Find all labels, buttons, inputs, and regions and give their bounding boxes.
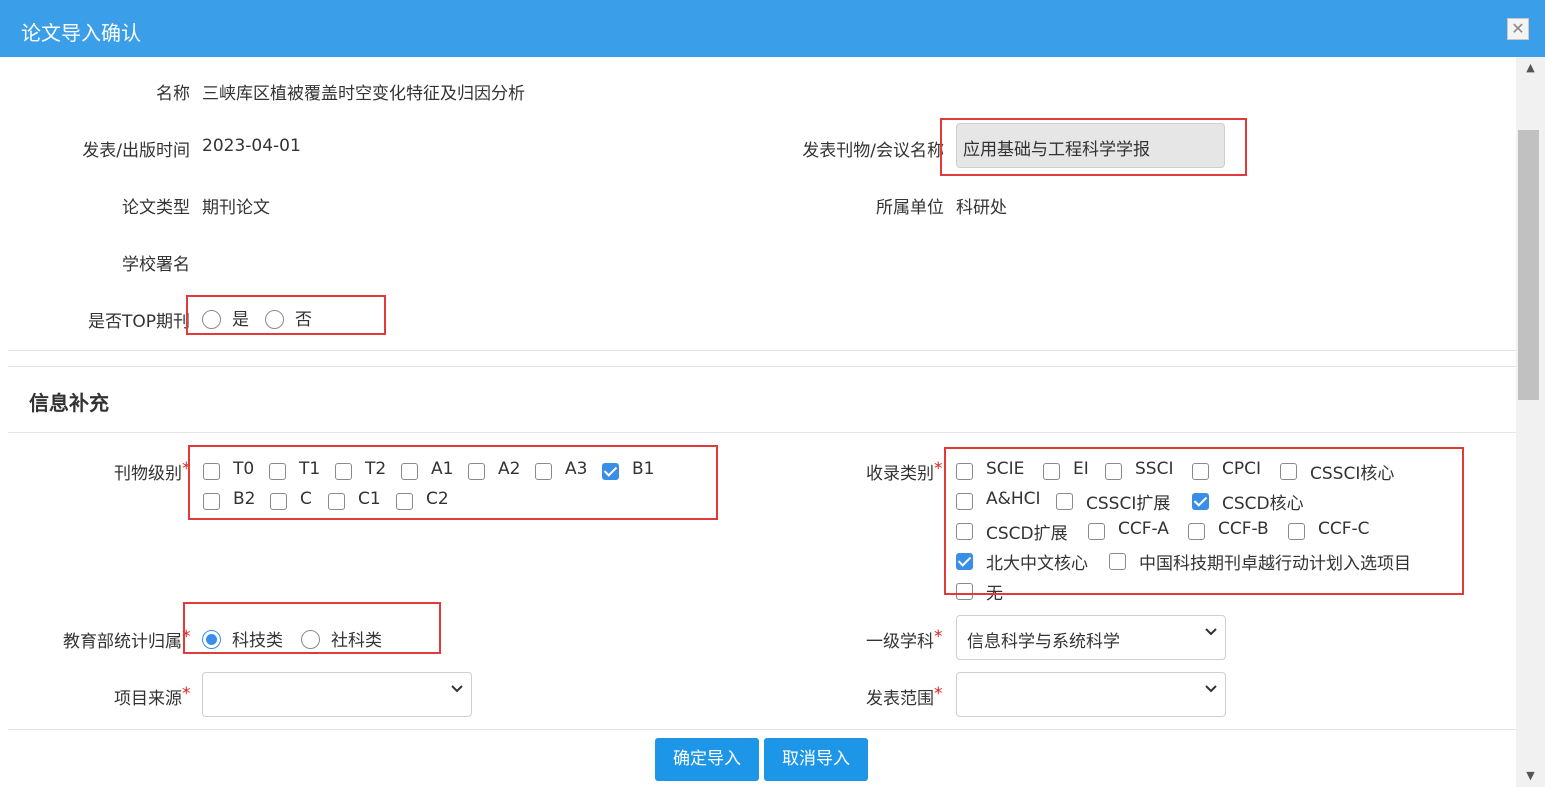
top-journal-highlight-box [186,295,386,335]
required-mark: * [934,627,943,647]
scroll-down-icon[interactable]: ▼ [1516,769,1545,785]
paper-type-label: 论文类型 [122,198,190,218]
required-mark: * [934,459,943,479]
index-category-label: 收录类别 [866,464,934,484]
moe-highlight-box [183,602,441,654]
journal-level-label: 刊物级别 [114,464,182,484]
scroll-thumb[interactable] [1518,130,1539,400]
publish-time-value: 2023-04-01 [202,136,301,156]
first-discipline-value: 信息科学与系统科学 [967,632,1120,652]
publish-time-label: 发表/出版时间 [82,141,190,161]
chevron-down-icon [1205,685,1217,693]
publish-scope-label: 发表范围 [866,689,934,709]
required-mark: * [182,684,191,704]
divider [8,366,1516,367]
name-value: 三峡库区植被覆盖时空变化特征及归因分析 [202,84,525,104]
confirm-import-button[interactable]: 确定导入 [655,738,759,781]
first-discipline-label: 一级学科 [866,632,934,652]
chevron-down-icon [451,685,463,693]
divider [8,350,1516,351]
journal-label: 发表刊物/会议名称 [802,141,944,161]
project-source-select[interactable] [202,672,472,717]
publish-scope-select[interactable] [956,672,1226,717]
moe-category-label: 教育部统计归属 [63,632,182,652]
paper-type-value: 期刊论文 [202,198,270,218]
chevron-down-icon [1205,628,1217,636]
school-sign-label: 学校署名 [122,255,190,275]
dialog-titlebar: 论文导入确认 ✕ [0,0,1545,57]
journal-level-highlight-box [188,445,718,520]
top-journal-label: 是否TOP期刊 [87,312,190,332]
divider [8,432,1516,433]
scroll-up-icon[interactable]: ▲ [1516,61,1545,77]
required-mark: * [934,684,943,704]
cancel-import-button[interactable]: 取消导入 [764,738,868,781]
close-icon[interactable]: ✕ [1507,18,1529,40]
journal-highlight-box [940,118,1247,176]
unit-value: 科研处 [956,198,1007,218]
unit-label: 所属单位 [876,198,944,218]
first-discipline-select[interactable]: 信息科学与系统科学 [956,615,1226,660]
name-label: 名称 [156,84,190,104]
footer-divider [8,729,1516,730]
scrollbar[interactable]: ▲ ▼ [1516,57,1545,787]
index-category-highlight-box [944,447,1464,595]
dialog-title: 论文导入确认 [21,21,141,45]
project-source-label: 项目来源 [114,689,182,709]
section-title: 信息补充 [29,391,109,415]
